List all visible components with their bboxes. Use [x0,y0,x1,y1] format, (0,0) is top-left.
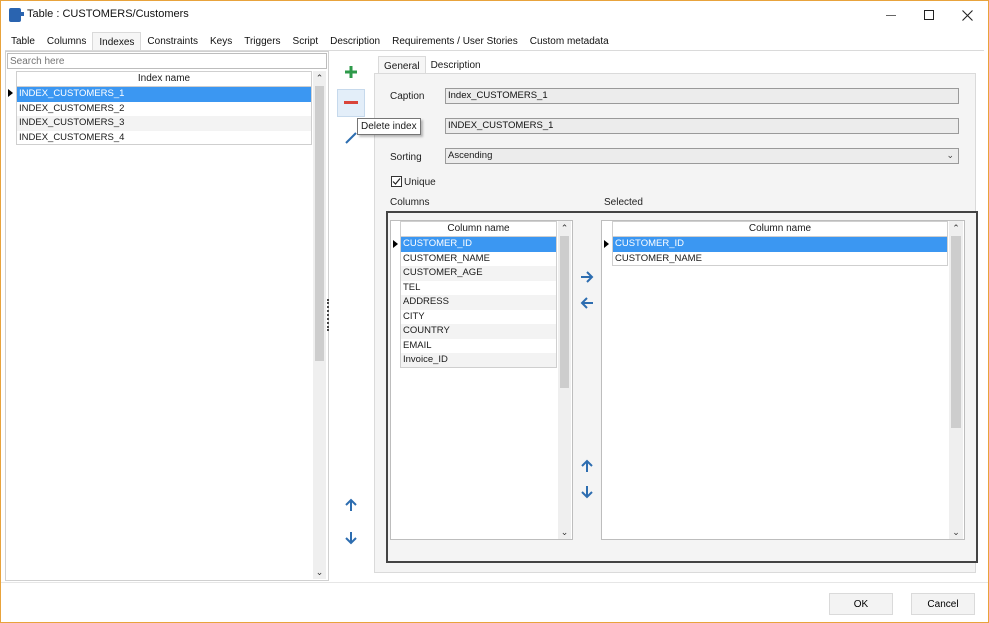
index-row[interactable]: INDEX_CUSTOMERS_4 [16,130,312,145]
unique-checkbox[interactable] [391,176,402,187]
available-column-row[interactable]: CUSTOMER_NAME [400,251,557,266]
arrow-down-icon [345,532,357,545]
index-list-scrollbar[interactable]: ⌃ ⌄ [313,71,326,579]
delete-index-button[interactable] [337,89,365,117]
checkmark-icon [392,178,401,185]
scroll-down-icon[interactable]: ⌄ [558,525,571,539]
index-name-input[interactable]: INDEX_CUSTOMERS_1 [445,118,959,134]
dialog-window: Table : CUSTOMERS/Customers Table Column… [0,0,989,623]
tab-description[interactable]: Description [324,32,386,51]
scrollbar-thumb[interactable] [560,236,569,388]
available-column-row[interactable]: COUNTRY [400,324,557,339]
main-tab-bar: Table Columns Indexes Constraints Keys T… [5,32,615,51]
minimize-icon [886,14,896,16]
available-column-row[interactable]: TEL [400,280,557,295]
scroll-down-icon[interactable]: ⌄ [949,525,963,539]
chevron-down-icon: ⌄ [946,150,954,160]
tab-columns[interactable]: Columns [41,32,92,51]
index-row[interactable]: INDEX_CUSTOMERS_1 [16,87,312,102]
current-row-marker-icon [8,89,13,97]
pencil-icon [345,132,357,144]
available-column-row[interactable]: CITY [400,309,557,324]
tab-constraints[interactable]: Constraints [141,32,204,51]
remove-column-button[interactable] [573,289,601,317]
arrow-right-icon [581,271,594,283]
tab-index-description[interactable]: Description [426,56,486,74]
footer-divider [1,582,988,583]
minus-icon [344,101,358,104]
tab-script[interactable]: Script [287,32,325,51]
scroll-up-icon[interactable]: ⌃ [313,71,326,85]
tab-keys[interactable]: Keys [204,32,238,51]
available-column-row[interactable]: ADDRESS [400,295,557,310]
sorting-label: Sorting [390,152,422,163]
current-row-marker-icon [604,240,609,248]
caption-input[interactable]: Index_CUSTOMERS_1 [445,88,959,104]
sorting-select[interactable]: Ascending ⌄ [445,148,959,164]
tab-requirements[interactable]: Requirements / User Stories [386,32,524,51]
tab-table[interactable]: Table [5,32,41,51]
close-icon [961,9,973,21]
splitter-handle[interactable] [327,299,329,331]
window-title: Table : CUSTOMERS/Customers [27,8,189,20]
arrow-up-icon [345,498,357,511]
available-columns-scrollbar[interactable]: ⌃ ⌄ [558,221,571,539]
arrow-down-icon [581,486,593,499]
plus-icon [345,66,357,78]
index-grid: Index name INDEX_CUSTOMERS_1 INDEX_CUSTO… [8,71,328,579]
scrollbar-thumb[interactable] [951,236,961,428]
selected-column-row[interactable]: CUSTOMER_NAME [612,251,948,266]
scrollbar-thumb[interactable] [315,86,324,361]
selected-columns-scrollbar[interactable]: ⌃ ⌄ [949,221,963,539]
selected-columns-list [601,220,965,540]
arrow-up-icon [581,459,593,472]
available-column-row[interactable]: Invoice_ID [400,353,557,368]
ok-button[interactable]: OK [829,593,893,615]
move-index-up-button[interactable] [337,491,365,519]
maximize-icon [924,10,934,20]
index-row[interactable]: INDEX_CUSTOMERS_3 [16,116,312,131]
tab-custom-metadata[interactable]: Custom metadata [524,32,615,51]
current-row-marker-icon [393,240,398,248]
delete-index-tooltip: Delete index [357,118,421,135]
tab-indexes[interactable]: Indexes [92,32,142,51]
close-button[interactable] [948,1,986,29]
scroll-down-icon[interactable]: ⌄ [313,565,326,579]
columns-label: Columns [390,197,430,208]
move-column-down-button[interactable] [573,478,601,506]
index-list-panel: Index name INDEX_CUSTOMERS_1 INDEX_CUSTO… [5,51,329,581]
sorting-value: Ascending [448,150,493,161]
add-column-button[interactable] [573,263,601,291]
available-column-header[interactable]: Column name [400,221,557,237]
scroll-up-icon[interactable]: ⌃ [558,221,571,235]
available-column-row[interactable]: CUSTOMER_AGE [400,266,557,281]
tab-general[interactable]: General [378,56,426,74]
selected-label: Selected [604,197,643,208]
index-row[interactable]: INDEX_CUSTOMERS_2 [16,101,312,116]
move-index-down-button[interactable] [337,524,365,552]
app-icon [9,8,24,22]
scroll-up-icon[interactable]: ⌃ [949,221,963,235]
index-name-header[interactable]: Index name [16,71,312,87]
detail-tab-bar: General Description [378,56,486,74]
arrow-left-icon [580,297,593,309]
move-column-up-button[interactable] [573,452,601,480]
selected-column-row[interactable]: CUSTOMER_ID [612,237,948,252]
caption-label: Caption [390,91,425,102]
available-column-row[interactable]: EMAIL [400,338,557,353]
unique-label: Unique [404,177,436,188]
search-input[interactable] [7,53,327,69]
tab-triggers[interactable]: Triggers [238,32,286,51]
minimize-button[interactable] [872,1,910,29]
selected-column-header[interactable]: Column name [612,221,948,237]
cancel-button[interactable]: Cancel [911,593,975,615]
maximize-button[interactable] [910,1,948,29]
title-bar: Table : CUSTOMERS/Customers [1,1,988,29]
available-column-row[interactable]: CUSTOMER_ID [400,237,557,252]
add-index-button[interactable] [337,58,365,86]
